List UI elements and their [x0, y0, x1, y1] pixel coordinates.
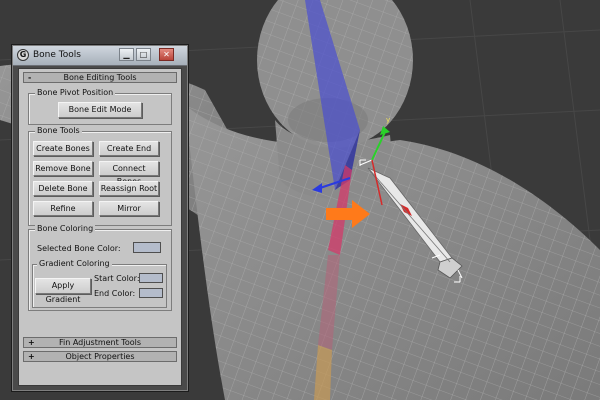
rollout-object-properties[interactable]: + Object Properties [23, 351, 177, 362]
rollout-bone-editing-tools[interactable]: - Bone Editing Tools [23, 72, 177, 83]
collapse-sign: - [28, 73, 32, 82]
start-color-swatch[interactable] [139, 273, 163, 283]
rollout-title: Fin Adjustment Tools [58, 338, 142, 347]
svg-text:y: y [386, 116, 390, 124]
group-bone-coloring: Bone Coloring Selected Bone Color: Gradi… [28, 224, 172, 311]
window-titlebar[interactable]: G Bone Tools ▁ □ ✕ [13, 46, 187, 66]
rollout-title: Bone Editing Tools [63, 73, 137, 82]
bone-tools-window[interactable]: G Bone Tools ▁ □ ✕ - Bone Editing Tools … [12, 45, 188, 391]
bone-edit-mode-button[interactable]: Bone Edit Mode [58, 102, 142, 118]
create-bones-button[interactable]: Create Bones [33, 141, 93, 156]
app-logo-icon: G [17, 49, 29, 61]
maximize-button[interactable]: □ [136, 48, 151, 61]
rollout-panel: - Bone Editing Tools Bone Pivot Position… [18, 68, 182, 386]
group-bone-tools: Bone Tools Create Bones Create End Remov… [28, 126, 172, 226]
create-end-button[interactable]: Create End [99, 141, 159, 156]
apply-gradient-button[interactable]: Apply Gradient [35, 278, 91, 304]
refine-button[interactable]: Refine [33, 201, 93, 216]
connect-bones-button[interactable]: Connect Bones [99, 161, 159, 186]
window-title: Bone Tools [33, 50, 81, 60]
group-label: Bone Coloring [35, 224, 96, 234]
end-color-label: End Color: [94, 289, 136, 298]
selected-bone-color-swatch[interactable] [133, 242, 161, 253]
mirror-button[interactable]: Mirror [99, 201, 159, 216]
start-color-label: Start Color: [94, 274, 140, 283]
group-label: Gradient Coloring [37, 259, 112, 269]
group-bone-pivot-position: Bone Pivot Position Bone Edit Mode [28, 88, 172, 125]
remove-bone-button[interactable]: Remove Bone [33, 161, 93, 176]
selected-bone-color-label: Selected Bone Color: [37, 244, 121, 253]
rollout-title: Object Properties [65, 352, 135, 361]
delete-bone-button[interactable]: Delete Bone [33, 181, 93, 196]
group-label: Bone Pivot Position [35, 88, 116, 98]
close-button[interactable]: ✕ [159, 48, 174, 61]
minimize-button[interactable]: ▁ [119, 48, 134, 61]
reassign-root-button[interactable]: Reassign Root [99, 181, 159, 196]
rollout-fin-adjustment-tools[interactable]: + Fin Adjustment Tools [23, 337, 177, 348]
group-gradient-coloring: Gradient Coloring Apply Gradient Start C… [32, 259, 167, 308]
group-label: Bone Tools [35, 126, 82, 136]
end-color-swatch[interactable] [139, 288, 163, 298]
expand-sign: + [28, 338, 35, 347]
expand-sign: + [28, 352, 35, 361]
